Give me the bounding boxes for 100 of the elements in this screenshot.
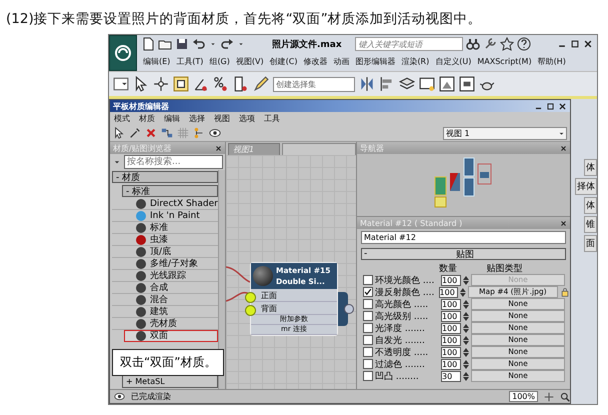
material-name-field[interactable]: Material #12: [361, 231, 566, 244]
material-item[interactable]: 光线跟踪: [112, 270, 218, 282]
axis-icon[interactable]: [153, 76, 169, 92]
side-button[interactable]: 面: [584, 235, 597, 252]
menu-item[interactable]: 视图: [214, 113, 230, 124]
material-item[interactable]: 合成: [112, 282, 218, 294]
spinner-icon[interactable]: [463, 324, 469, 332]
mirror-icon[interactable]: [359, 76, 375, 92]
menu-item[interactable]: 组(G): [209, 56, 230, 66]
spinner-icon[interactable]: [463, 312, 469, 320]
menu-item[interactable]: MAXScript(M): [477, 56, 532, 66]
material-item[interactable]: 虫漆: [112, 234, 218, 246]
save-icon[interactable]: [175, 37, 189, 51]
menu-item[interactable]: 工具: [264, 113, 280, 124]
star-icon[interactable]: [500, 37, 514, 51]
amount-field[interactable]: 100: [441, 298, 461, 310]
menu-item[interactable]: 创建(C): [270, 56, 298, 66]
checkbox[interactable]: [363, 311, 373, 321]
menu-item[interactable]: 动画: [333, 56, 350, 66]
pan-icon[interactable]: [544, 392, 554, 402]
cursor-icon[interactable]: [113, 127, 125, 139]
input-socket[interactable]: [245, 292, 256, 303]
rollout-header[interactable]: - 贴图: [361, 248, 566, 260]
amount-field[interactable]: 100: [441, 346, 461, 358]
amount-field[interactable]: 30: [441, 370, 461, 382]
layers-icon[interactable]: [399, 76, 415, 92]
new-file-icon[interactable]: [141, 37, 155, 51]
side-button[interactable]: 体: [584, 197, 597, 214]
checkbox[interactable]: [363, 347, 373, 357]
search-field[interactable]: 键入关键字或短语: [354, 37, 463, 51]
menu-item[interactable]: 自定义(U): [435, 56, 472, 66]
spinner-icon[interactable]: [463, 372, 469, 380]
checkbox[interactable]: [363, 287, 373, 297]
dropdown-icon[interactable]: [113, 76, 129, 92]
side-button[interactable]: 体: [584, 159, 597, 176]
close-icon[interactable]: [558, 102, 567, 110]
menu-item[interactable]: 视图(V): [236, 56, 264, 66]
checkbox[interactable]: [363, 335, 373, 345]
material-item[interactable]: 混合: [112, 294, 218, 306]
spinner-snap-icon[interactable]: [233, 76, 249, 92]
lock-icon[interactable]: [560, 287, 570, 297]
amount-field[interactable]: 100: [441, 322, 461, 334]
material-item[interactable]: Ink 'n Paint: [112, 210, 218, 222]
node-layout-icon[interactable]: [161, 127, 173, 139]
menu-item[interactable]: 模式: [114, 113, 130, 124]
input-socket[interactable]: [245, 305, 256, 316]
material-item[interactable]: 多维/子对象: [112, 258, 218, 270]
menu-item[interactable]: 渲染(R): [401, 56, 430, 66]
menu-item[interactable]: 材质: [139, 113, 155, 124]
material-item[interactable]: 标准: [112, 222, 218, 234]
render-icon[interactable]: [459, 76, 475, 92]
menu-item[interactable]: 工具(T): [176, 56, 204, 66]
amount-field[interactable]: 100: [438, 286, 458, 298]
output-socket[interactable]: [344, 304, 354, 314]
group-header[interactable]: - 材质: [112, 171, 218, 183]
menu-item[interactable]: 选择: [189, 113, 205, 124]
close-icon[interactable]: [560, 144, 567, 152]
percent-snap-icon[interactable]: [213, 76, 229, 92]
menu-item[interactable]: 编辑(E): [143, 56, 170, 66]
wrench-icon[interactable]: [482, 37, 497, 51]
checkbox[interactable]: [363, 323, 373, 333]
eye-icon[interactable]: [209, 127, 221, 139]
amount-field[interactable]: 100: [441, 310, 461, 322]
maximize-icon[interactable]: [546, 102, 555, 110]
close-icon[interactable]: [215, 144, 222, 152]
close-icon[interactable]: [560, 220, 567, 226]
checkbox[interactable]: [363, 359, 373, 369]
eye-icon[interactable]: [114, 391, 125, 402]
group-header[interactable]: - 标准: [122, 185, 218, 197]
help-icon[interactable]: [516, 37, 531, 51]
app-logo-icon[interactable]: [109, 35, 137, 71]
redo-icon[interactable]: [220, 37, 234, 51]
cursor-icon[interactable]: [133, 76, 149, 92]
undo-icon[interactable]: [192, 37, 206, 51]
search-field[interactable]: 按名称搜索...: [124, 155, 223, 169]
amount-field[interactable]: 100: [441, 334, 461, 346]
amount-field[interactable]: 100: [441, 358, 461, 370]
delete-icon[interactable]: [145, 127, 157, 139]
hierarchy-icon[interactable]: [193, 127, 205, 139]
spinner-icon[interactable]: [463, 300, 469, 308]
spinner-icon[interactable]: [463, 360, 469, 368]
angle-snap-icon[interactable]: [193, 76, 209, 92]
render-frame-icon[interactable]: [439, 76, 455, 92]
maximize-icon[interactable]: [570, 39, 580, 49]
view-dropdown[interactable]: 视图 1: [443, 126, 567, 140]
menu-item[interactable]: 修改器: [303, 56, 328, 66]
spinner-icon[interactable]: [463, 348, 469, 356]
menu-item[interactable]: 选项: [239, 113, 255, 124]
selection-set-dropdown[interactable]: 创建选择集: [273, 76, 355, 92]
side-button[interactable]: 锥: [584, 216, 597, 233]
zoom-icon[interactable]: [560, 392, 570, 402]
material-item[interactable]: DirectX Shader: [112, 198, 218, 210]
zoom-field[interactable]: 100%: [509, 391, 538, 402]
pencil-icon[interactable]: [253, 76, 269, 92]
pipette-icon[interactable]: [129, 127, 141, 139]
checkbox[interactable]: [363, 299, 373, 309]
side-button[interactable]: 择体: [575, 178, 597, 195]
checkbox[interactable]: [363, 371, 373, 381]
menu-item[interactable]: 图形编辑器: [355, 56, 396, 66]
menu-item[interactable]: 帮助(H): [538, 56, 566, 66]
